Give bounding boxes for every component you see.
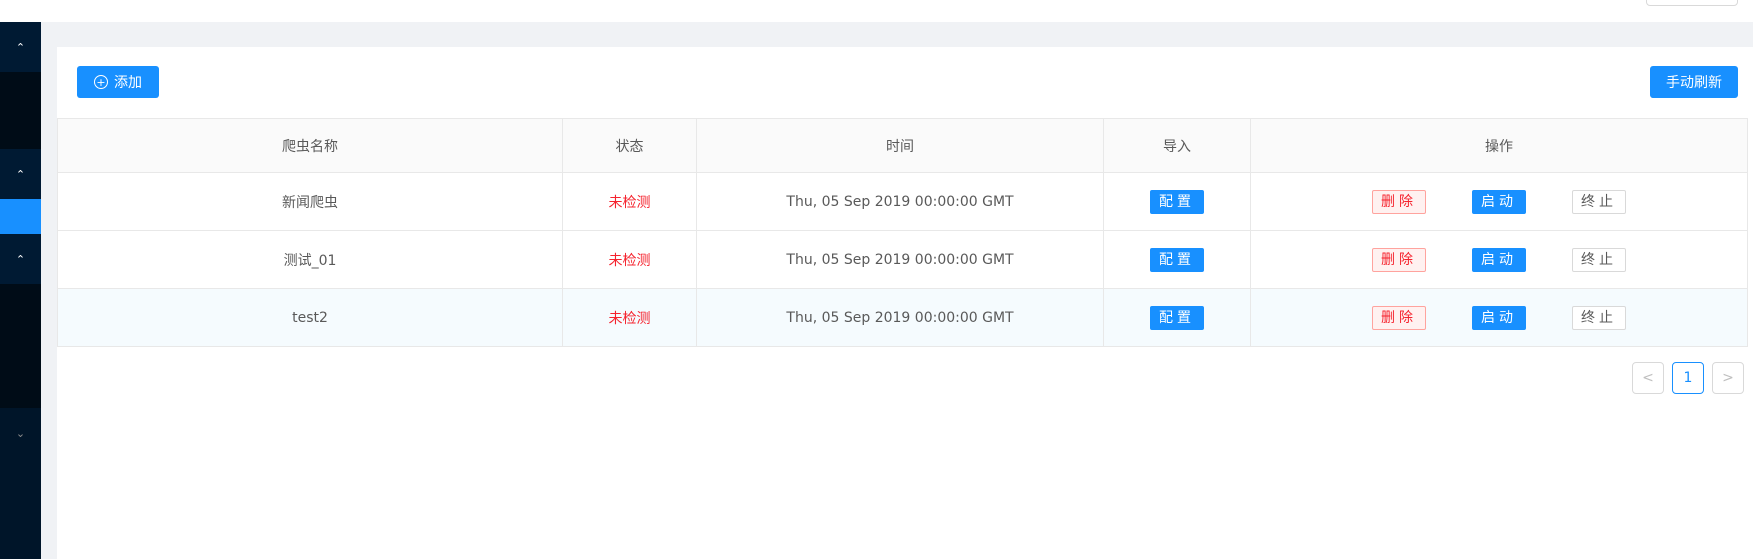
table-header-row: 爬虫名称 状态 时间 导入 操作 — [57, 118, 1748, 173]
content-card: + 添加 手动刷新 爬虫名称 状态 时间 导入 操作 新闻爬虫 未检测 Thu,… — [57, 47, 1753, 559]
start-button[interactable]: 启动 — [1472, 305, 1526, 330]
table-row: 新闻爬虫 未检测 Thu, 05 Sep 2019 00:00:00 GMT 配… — [57, 172, 1748, 231]
stop-button[interactable]: 终止 — [1572, 305, 1626, 330]
header-name: 爬虫名称 — [57, 118, 563, 173]
page-number: 1 — [1683, 370, 1693, 386]
import-cell: 配置 — [1103, 288, 1251, 347]
plus-circle-icon: + — [94, 75, 108, 89]
spider-name: 测试_01 — [57, 230, 563, 289]
add-button-label: 添加 — [114, 75, 142, 91]
header-actions: 操作 — [1250, 118, 1748, 173]
sidebar-submenu-3[interactable]: ⌃ — [0, 234, 41, 284]
actions-cell: 删除 启动 终止 — [1250, 288, 1748, 347]
delete-button[interactable]: 删除 — [1372, 189, 1426, 214]
start-button[interactable]: 启动 — [1472, 189, 1526, 214]
config-button[interactable]: 配置 — [1150, 247, 1204, 272]
chevron-up-icon: ⌃ — [15, 40, 26, 54]
sidebar: ⌃ ⌃ ⌃ ⌄ — [0, 22, 41, 559]
config-button[interactable]: 配置 — [1150, 189, 1204, 214]
sidebar-submenu-3-body — [0, 284, 41, 408]
stop-button[interactable]: 终止 — [1572, 189, 1626, 214]
header-status: 状态 — [562, 118, 697, 173]
spider-table: 爬虫名称 状态 时间 导入 操作 新闻爬虫 未检测 Thu, 05 Sep 20… — [57, 118, 1748, 347]
status-text: 未检测 — [562, 172, 697, 231]
header-time: 时间 — [696, 118, 1104, 173]
chevron-up-icon: ⌃ — [15, 167, 26, 181]
import-cell: 配置 — [1103, 230, 1251, 289]
status-text: 未检测 — [562, 230, 697, 289]
stop-button[interactable]: 终止 — [1572, 247, 1626, 272]
config-button[interactable]: 配置 — [1150, 305, 1204, 330]
header-user-button[interactable] — [1646, 0, 1738, 6]
start-button[interactable]: 启动 — [1472, 247, 1526, 272]
add-button[interactable]: + 添加 — [77, 66, 159, 98]
chevron-up-icon: ⌃ — [15, 252, 26, 266]
spider-name: test2 — [57, 288, 563, 347]
refresh-button-label: 手动刷新 — [1666, 75, 1722, 91]
sidebar-submenu-2[interactable]: ⌃ — [0, 149, 41, 199]
pagination-page-1[interactable]: 1 — [1672, 362, 1704, 394]
delete-button[interactable]: 删除 — [1372, 305, 1426, 330]
sidebar-item-active[interactable] — [0, 199, 41, 234]
pagination-next-button[interactable]: > — [1712, 362, 1744, 394]
top-header — [0, 0, 1753, 22]
chevron-down-icon: ⌄ — [15, 426, 26, 440]
time-text: Thu, 05 Sep 2019 00:00:00 GMT — [696, 230, 1104, 289]
table-row: test2 未检测 Thu, 05 Sep 2019 00:00:00 GMT … — [57, 288, 1748, 347]
spider-name: 新闻爬虫 — [57, 172, 563, 231]
actions-cell: 删除 启动 终止 — [1250, 230, 1748, 289]
time-text: Thu, 05 Sep 2019 00:00:00 GMT — [696, 288, 1104, 347]
sidebar-submenu-1[interactable]: ⌃ — [0, 22, 41, 72]
pagination-prev-button[interactable]: < — [1632, 362, 1664, 394]
sidebar-submenu-1-body — [0, 72, 41, 149]
table-row: 测试_01 未检测 Thu, 05 Sep 2019 00:00:00 GMT … — [57, 230, 1748, 289]
delete-button[interactable]: 删除 — [1372, 247, 1426, 272]
chevron-left-icon: < — [1642, 370, 1654, 386]
chevron-right-icon: > — [1722, 370, 1734, 386]
refresh-button[interactable]: 手动刷新 — [1650, 66, 1738, 98]
sidebar-collapse-toggle[interactable]: ⌄ — [0, 408, 41, 458]
import-cell: 配置 — [1103, 172, 1251, 231]
time-text: Thu, 05 Sep 2019 00:00:00 GMT — [696, 172, 1104, 231]
header-import: 导入 — [1103, 118, 1251, 173]
actions-cell: 删除 启动 终止 — [1250, 172, 1748, 231]
status-text: 未检测 — [562, 288, 697, 347]
